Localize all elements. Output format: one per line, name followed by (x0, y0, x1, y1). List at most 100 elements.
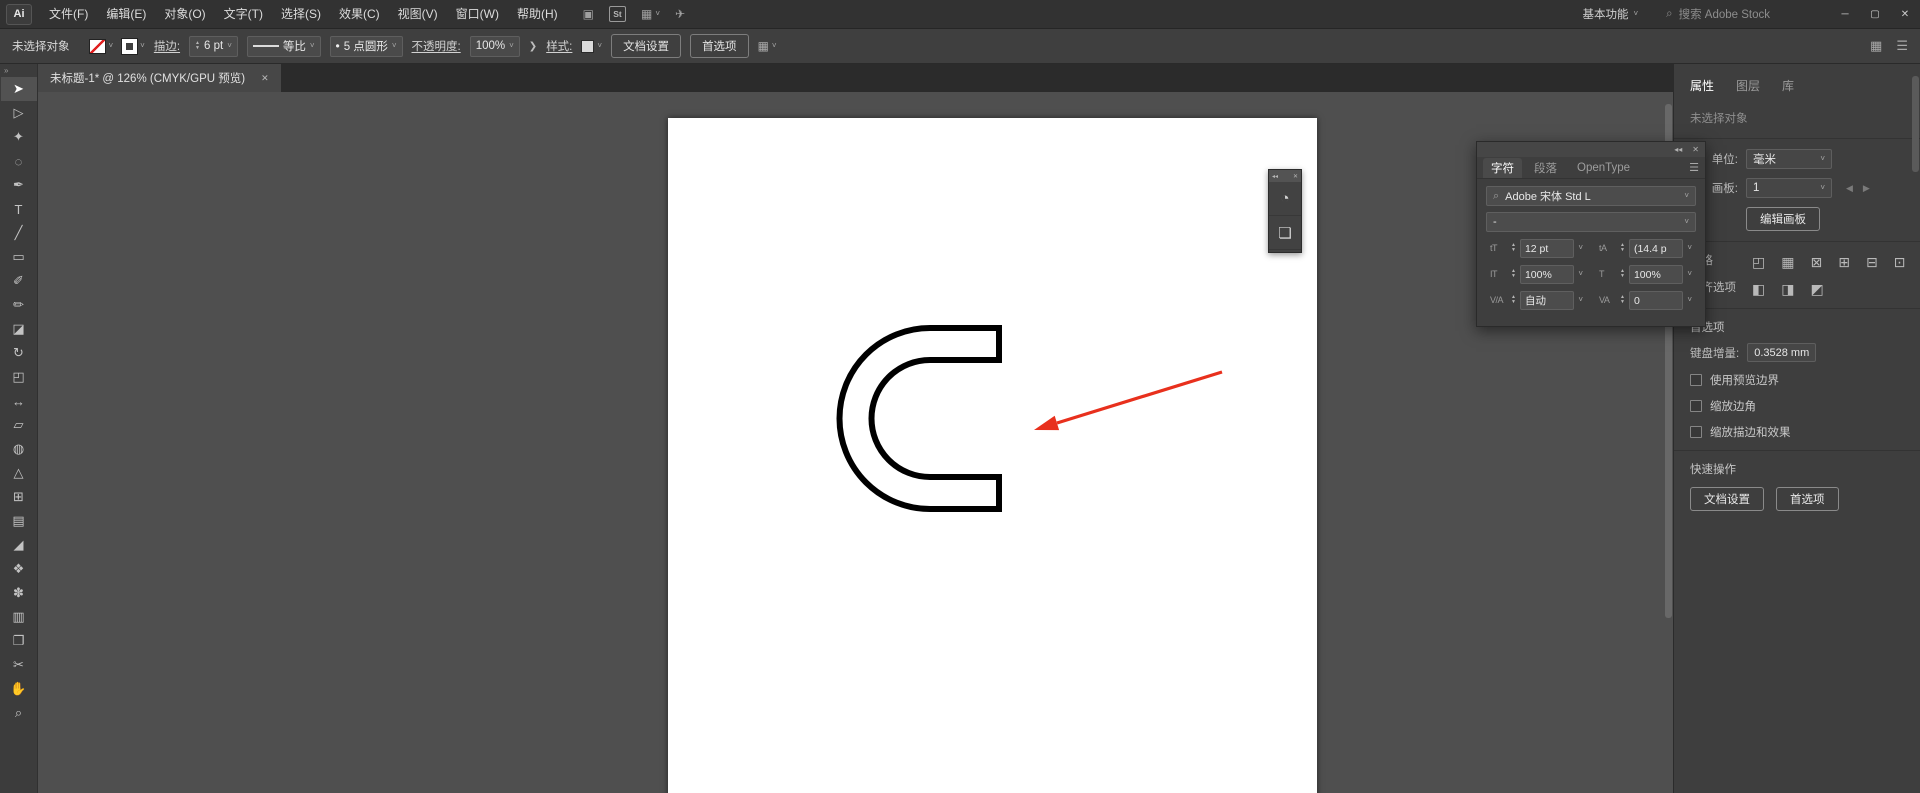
type-tool[interactable]: T (1, 197, 37, 221)
tab-paragraph[interactable]: 段落 (1526, 158, 1565, 178)
stock-search[interactable]: ⌕ 搜索 Adobe Stock (1666, 6, 1770, 22)
free-transform-tool[interactable]: ▱ (1, 413, 37, 437)
grid-option-icon[interactable]: ⊟ (1866, 254, 1878, 271)
close-button[interactable]: ✕ (1890, 0, 1920, 29)
align-option-icon[interactable]: ◧ (1752, 281, 1765, 298)
align-option-icon[interactable]: ◩ (1810, 281, 1823, 298)
align-dropdown[interactable]: ▦ ˅ (758, 39, 777, 53)
canvas[interactable]: ◂◂ ✕ ◔ ❏ (38, 92, 1673, 793)
lasso-tool[interactable]: ◌ (1, 149, 37, 173)
grid-option-icon[interactable]: ⊡ (1894, 254, 1906, 271)
kerning-value[interactable]: 自动 (1519, 290, 1575, 310)
rotate-tool[interactable]: ↻ (1, 341, 37, 365)
stepper[interactable]: ▲ ▼ (195, 41, 200, 51)
close-dock-icon[interactable]: ✕ (1293, 173, 1298, 180)
line-segment-tool[interactable]: ╱ (1, 221, 37, 245)
pencil-tool[interactable]: ✏ (1, 293, 37, 317)
blend-tool[interactable]: ❖ (1, 557, 37, 581)
menu-item[interactable]: 帮助(H) (508, 0, 567, 29)
dock-panel-icon[interactable]: ❏ (1269, 216, 1301, 250)
opacity-label[interactable]: 不透明度: (412, 38, 461, 54)
paintbrush-tool[interactable]: ✐ (1, 269, 37, 293)
artboard-dropdown[interactable]: 1 ˅ (1746, 178, 1832, 198)
stepper[interactable]: ▲ ▼ (1620, 243, 1625, 253)
menu-item[interactable]: 视图(V) (389, 0, 447, 29)
tab-libraries[interactable]: 库 (1782, 77, 1794, 94)
arrange-documents-button[interactable]: ▦ ˅ (641, 7, 660, 21)
stepper[interactable]: ▲ ▼ (1620, 295, 1625, 305)
quick-action-button[interactable]: 文档设置 (1690, 487, 1764, 511)
font-size-control[interactable]: tT ▲ ▼ 12 pt ˅ (1486, 238, 1587, 258)
checkbox[interactable] (1690, 374, 1702, 386)
width-tool[interactable]: ↔ (1, 389, 37, 413)
grid-option-icon[interactable]: ⊞ (1838, 254, 1850, 271)
quick-action-button[interactable]: 首选项 (1776, 487, 1839, 511)
minimize-button[interactable]: ─ (1830, 0, 1860, 29)
magic-wand-tool[interactable]: ✦ (1, 125, 37, 149)
style-label[interactable]: 样式: (546, 38, 572, 54)
adobe-stock-icon[interactable]: St (609, 6, 626, 22)
horizontal-scale-value[interactable]: 100% (1628, 264, 1684, 284)
workspace-switcher[interactable]: 基本功能 ˅ (1582, 6, 1638, 22)
slice-tool[interactable]: ✂ (1, 653, 37, 677)
font-size-value[interactable]: 12 pt (1519, 238, 1575, 258)
arrange-icon[interactable]: ▦ (1870, 38, 1882, 54)
keyboard-increment-field[interactable]: 0.3528 mm (1747, 343, 1817, 362)
menu-item[interactable]: 文字(T) (215, 0, 272, 29)
document-setup-button[interactable]: 文档设置 (611, 34, 682, 58)
mesh-tool[interactable]: ⊞ (1, 485, 37, 509)
preference-checkbox-row[interactable]: 使用预览边界 (1690, 372, 1904, 388)
font-style-field[interactable]: - ˅ (1486, 212, 1696, 232)
brush-definition-dropdown[interactable]: • 5 点圆形 ˅ (329, 35, 403, 57)
menu-item[interactable]: 编辑(E) (97, 0, 155, 29)
tracking-control[interactable]: VA ▲ ▼ 0 ˅ (1595, 290, 1696, 310)
grid-option-icon[interactable]: ▦ (1781, 254, 1794, 271)
leading-control[interactable]: tA ▲ ▼ (14.4 p ˅ (1595, 238, 1696, 258)
menu-item[interactable]: 文件(F) (40, 0, 97, 29)
stroke-weight-field[interactable]: ▲ ▼ 6 pt ˅ (189, 35, 238, 57)
edit-artboard-button[interactable]: 编辑画板 (1746, 207, 1820, 231)
gpu-performance-icon[interactable]: ✈ (675, 7, 685, 21)
stepper[interactable]: ▲ ▼ (1620, 269, 1625, 279)
tracking-value[interactable]: 0 (1628, 290, 1684, 310)
column-graph-tool[interactable]: ▥ (1, 605, 37, 629)
preference-checkbox-row[interactable]: 缩放边角 (1690, 398, 1904, 414)
close-tab-icon[interactable]: ✕ (261, 73, 269, 84)
menu-item[interactable]: 效果(C) (330, 0, 389, 29)
stroke-weight-label[interactable]: 描边: (154, 38, 180, 54)
next-artboard-icon[interactable]: ▶ (1863, 183, 1870, 194)
checkbox[interactable] (1690, 400, 1702, 412)
graphic-style-dropdown[interactable]: ˅ (581, 39, 602, 53)
vertical-scale-control[interactable]: IT ▲ ▼ 100% ˅ (1486, 264, 1587, 284)
stepper[interactable]: ▲ ▼ (1511, 269, 1516, 279)
panel-menu-icon[interactable]: ☰ (1896, 38, 1908, 54)
font-family-field[interactable]: ⌕ Adobe 宋体 Std L ˅ (1486, 186, 1696, 206)
vertical-scale-value[interactable]: 100% (1519, 264, 1575, 284)
width-profile-dropdown[interactable]: 等比 ˅ (246, 35, 321, 57)
grid-option-icon[interactable]: ⊠ (1810, 254, 1822, 271)
document-tab[interactable]: 未标题-1* @ 126% (CMYK/GPU 预览) ✕ (38, 64, 281, 92)
panel-scrollbar-thumb[interactable] (1912, 76, 1919, 172)
maximize-button[interactable]: ▢ (1860, 0, 1890, 29)
perspective-grid-tool[interactable]: △ (1, 461, 37, 485)
artboard-tool[interactable]: ❐ (1, 629, 37, 653)
align-option-icon[interactable]: ◨ (1781, 281, 1794, 298)
zoom-tool[interactable]: ⌕ (1, 701, 37, 725)
kerning-control[interactable]: V/A ▲ ▼ 自动 ˅ (1486, 290, 1587, 310)
opacity-field[interactable]: 100% ˅ (469, 35, 520, 57)
eraser-tool[interactable]: ◪ (1, 317, 37, 341)
dock-panel-icon[interactable]: ◔ (1269, 182, 1301, 216)
tab-layers[interactable]: 图层 (1736, 77, 1760, 94)
menu-item[interactable]: 对象(O) (155, 0, 214, 29)
direct-selection-tool[interactable]: ▷ (1, 101, 37, 125)
transparency-panel-launcher-icon[interactable]: ❯ (529, 41, 537, 52)
artboard[interactable] (668, 118, 1317, 793)
grid-option-icon[interactable]: ◰ (1752, 254, 1765, 271)
selection-tool[interactable]: ➤ (0, 77, 37, 101)
unit-dropdown[interactable]: 毫米 ˅ (1746, 149, 1832, 169)
menu-item[interactable]: 选择(S) (272, 0, 330, 29)
preferences-button[interactable]: 首选项 (690, 34, 749, 58)
pen-tool[interactable]: ✒ (1, 173, 37, 197)
panel-menu-icon[interactable]: ☰ (1689, 161, 1699, 174)
collapse-panel-icon[interactable]: ◂◂ (1674, 145, 1682, 154)
